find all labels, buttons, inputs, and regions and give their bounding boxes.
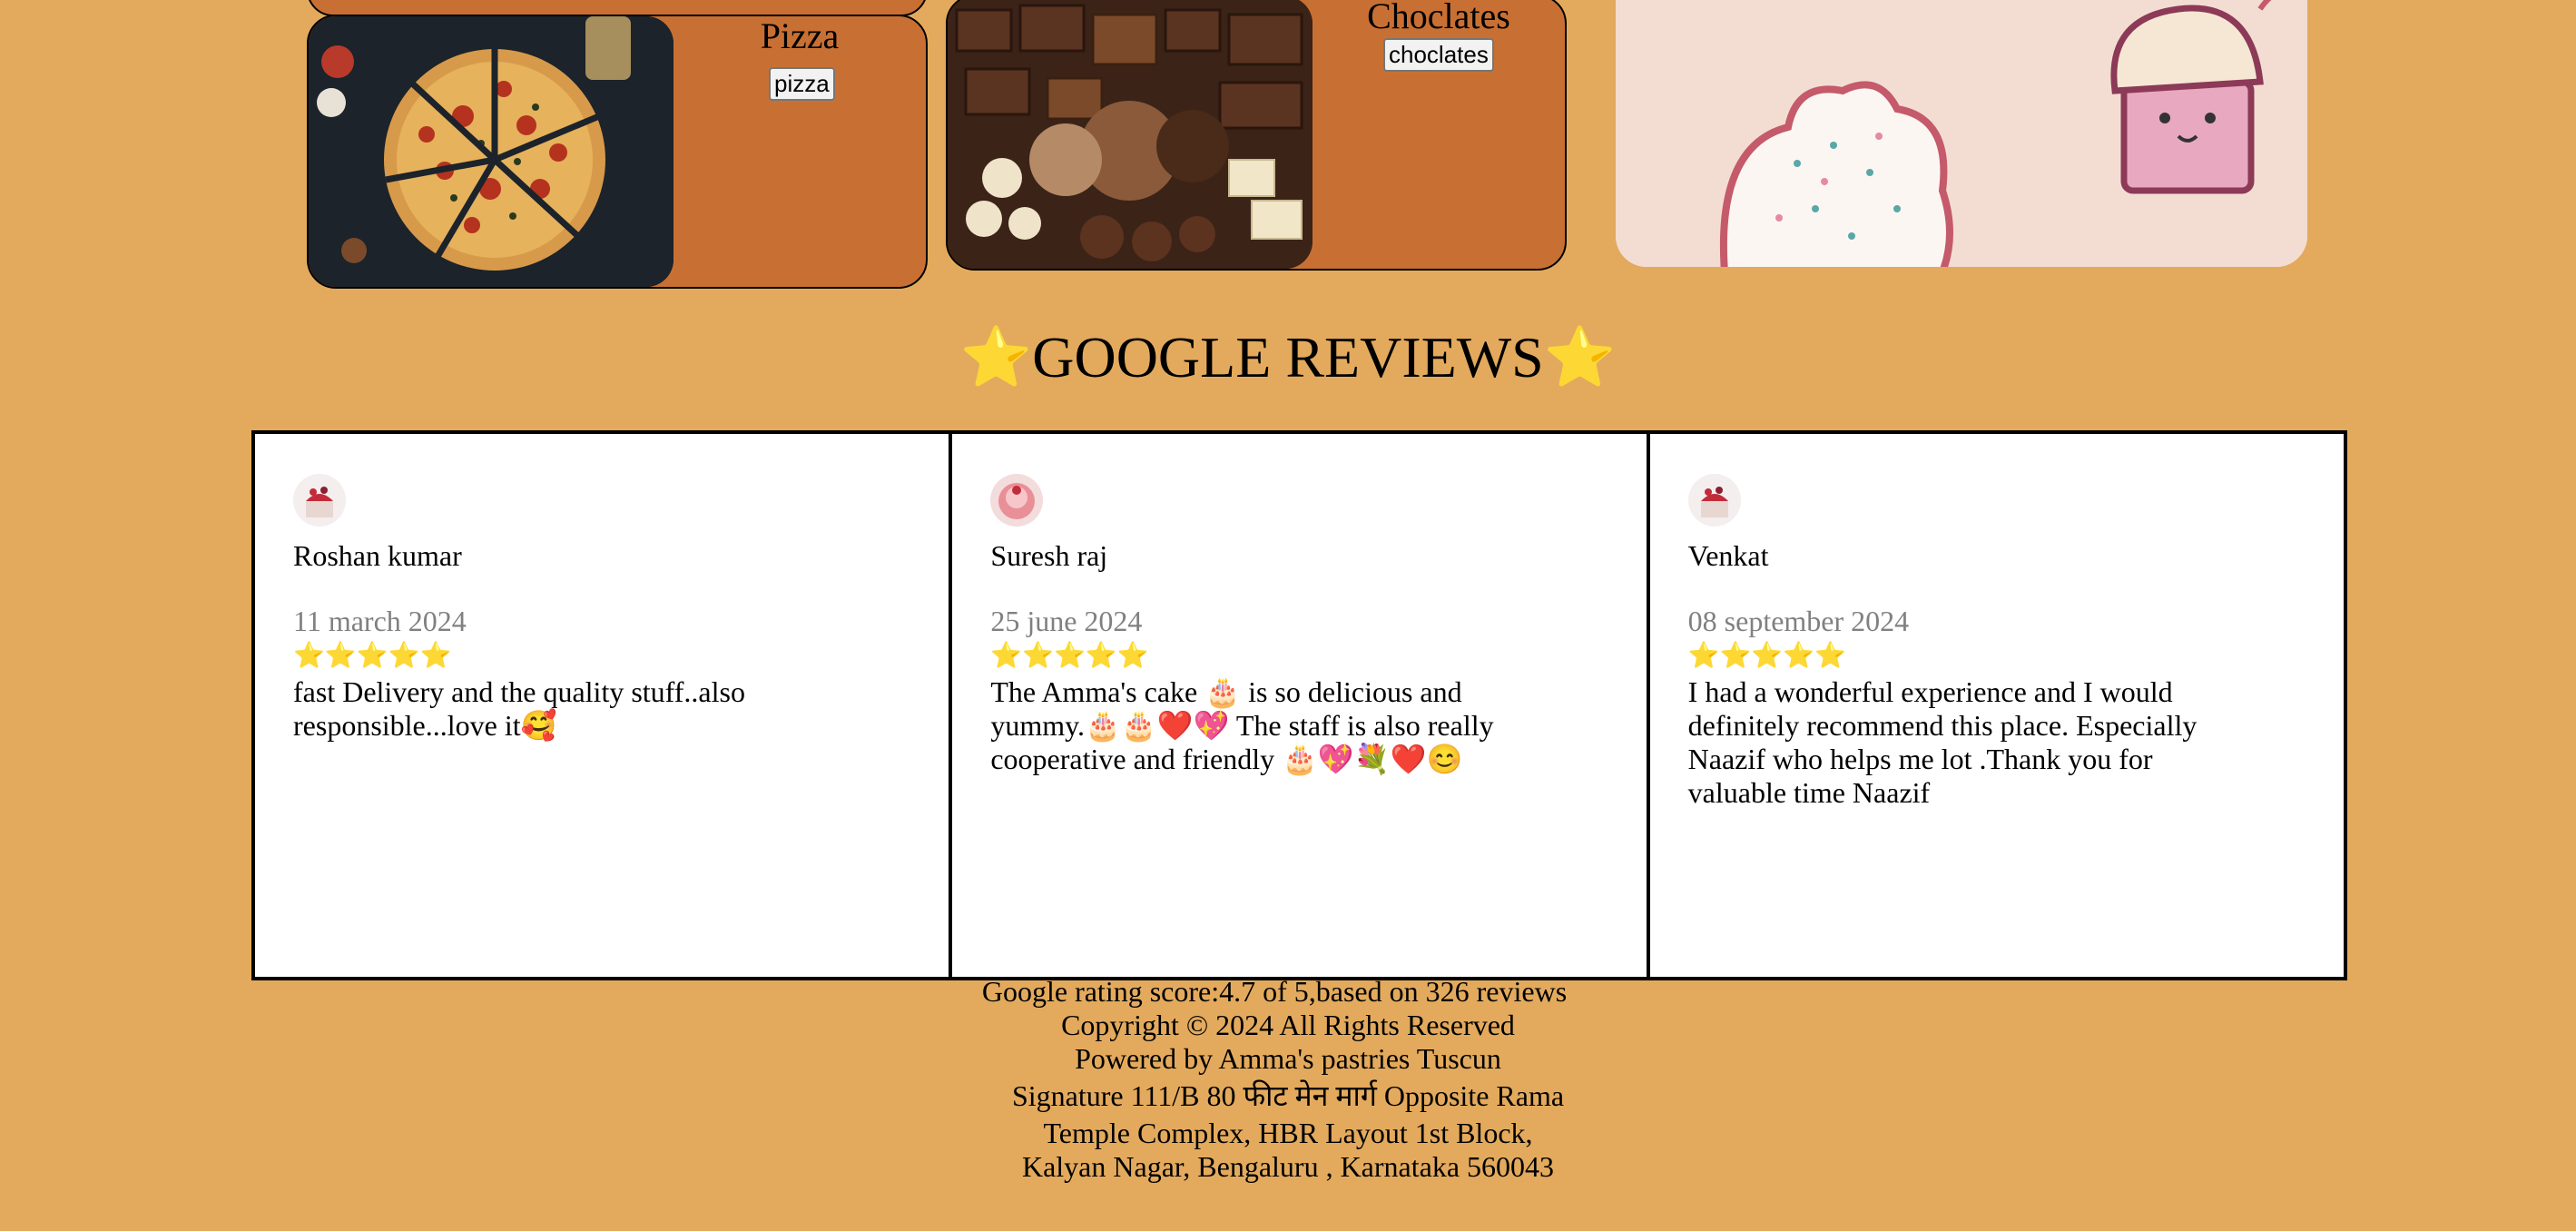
address-line-3: Kalyan Nagar, Bengaluru , Karnataka 5600…	[1021, 1150, 1555, 1183]
review-stars: ⭐⭐⭐⭐⭐	[293, 642, 452, 670]
chocolates-button[interactable]: choclates	[1383, 38, 1494, 72]
pizza-button[interactable]: pizza	[769, 67, 835, 101]
reviewer-name: Venkat	[1687, 539, 1769, 572]
chocolates-title: Choclates	[1367, 0, 1510, 36]
review-card: Roshan kumar 11 march 2024 ⭐⭐⭐⭐⭐ fast De…	[255, 434, 949, 977]
review-text: I had a wonderful experience and I would…	[1687, 675, 2197, 809]
address-line-1: Signature 111/B 80 फीट मेन मार्ग Opposit…	[1011, 1079, 1565, 1112]
review-date: 08 september 2024	[1687, 605, 1910, 637]
chocolates-image	[948, 0, 1313, 269]
review-text: The Amma's cake 🎂 is so delicious and yu…	[990, 675, 1494, 775]
review-text: fast Delivery and the quality stuff..als…	[293, 675, 745, 742]
cupcake-illustration	[1616, 0, 2307, 267]
address-line-2: Temple Complex, HBR Layout 1st Block,	[1043, 1117, 1533, 1149]
copyright: Copyright © 2024 All Rights Reserved	[1061, 1009, 1515, 1041]
reviews-grid: Roshan kumar 11 march 2024 ⭐⭐⭐⭐⭐ fast De…	[251, 430, 2347, 980]
review-card: Venkat 08 september 2024 ⭐⭐⭐⭐⭐ I had a w…	[1646, 434, 2344, 977]
reviewer-name: Roshan kumar	[293, 539, 462, 572]
review-stars: ⭐⭐⭐⭐⭐	[1687, 642, 1846, 670]
reviewer-name: Suresh raj	[990, 539, 1108, 572]
google-rating: Google rating score:4.7 of 5,based on 32…	[981, 975, 1568, 1008]
pizza-image	[309, 16, 673, 287]
footer: Google rating score:4.7 of 5,based on 32…	[0, 975, 2576, 1184]
avatar	[990, 474, 1044, 527]
review-date: 11 march 2024	[293, 605, 467, 637]
powered-by: Powered by Amma's pastries Tuscun	[1075, 1042, 1501, 1075]
pizza-title: Pizza	[760, 15, 840, 56]
reviews-heading: ⭐GOOGLE REVIEWS⭐	[959, 325, 1617, 389]
menu-card-chocolates: Choclates choclates	[946, 0, 1567, 271]
review-date: 25 june 2024	[990, 605, 1143, 637]
review-stars: ⭐⭐⭐⭐⭐	[990, 642, 1149, 670]
menu-card-pizza: Pizza pizza	[307, 15, 928, 289]
review-card: Suresh raj 25 june 2024 ⭐⭐⭐⭐⭐ The Amma's…	[949, 434, 1646, 977]
avatar	[293, 474, 346, 527]
avatar	[1687, 474, 1741, 527]
